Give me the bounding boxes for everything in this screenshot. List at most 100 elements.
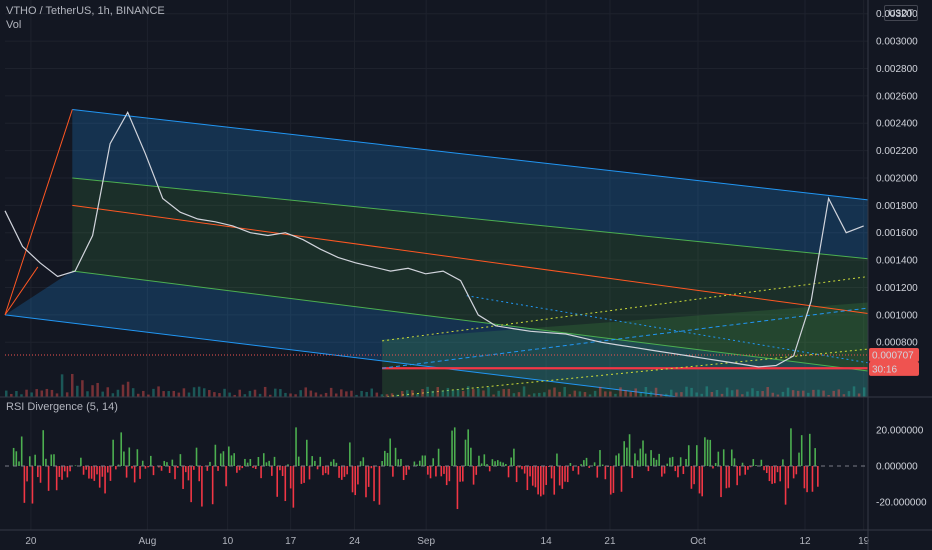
- volume-bar: [50, 389, 54, 397]
- volume-bar: [142, 390, 145, 397]
- volume-bar: [131, 388, 135, 397]
- volume-bar: [436, 387, 439, 397]
- volume-bar: [736, 389, 739, 397]
- volume-bar: [253, 389, 257, 397]
- volume-bar: [446, 387, 450, 397]
- volume-bar: [202, 388, 206, 397]
- volume-bar: [426, 386, 429, 397]
- time-tick-label: 21: [604, 536, 616, 547]
- volume-bar: [487, 387, 490, 397]
- price-tick-label: 0.003000: [876, 37, 918, 48]
- price-tick-label: 0.001000: [876, 310, 918, 321]
- volume-bar: [65, 392, 69, 397]
- volume-bar: [162, 391, 165, 397]
- volume-bar: [121, 384, 125, 397]
- volume-bar: [517, 392, 521, 397]
- volume-bar: [101, 391, 104, 397]
- volume-bar: [70, 373, 74, 397]
- volume-bar: [81, 380, 84, 397]
- volume-bar: [187, 392, 191, 397]
- volume-bar: [5, 390, 8, 397]
- volume-bar: [857, 393, 861, 397]
- volume-bar: [695, 392, 698, 397]
- volume-bar: [817, 389, 820, 397]
- rsi-tick-label: 20.000000: [876, 426, 924, 437]
- time-tick-label: 17: [285, 536, 297, 547]
- volume-bar: [340, 389, 343, 397]
- volume-bar: [106, 387, 110, 397]
- chart-canvas[interactable]: 0.0032000.0030000.0028000.0026000.002400…: [0, 0, 932, 550]
- volume-bar: [649, 391, 653, 397]
- volume-bar: [680, 392, 683, 397]
- currency-badge[interactable]: USDT: [884, 5, 918, 21]
- volume-bar: [563, 386, 566, 397]
- price-tick-label: 0.002000: [876, 173, 918, 184]
- volume-bar: [15, 391, 18, 397]
- volume-bar: [532, 393, 536, 397]
- volume-bar: [837, 389, 841, 397]
- volume-bar: [766, 387, 769, 397]
- volume-bar: [76, 385, 79, 397]
- volume-bar: [35, 389, 38, 397]
- volume-bar: [690, 387, 693, 397]
- volume-bar: [812, 389, 815, 397]
- volume-bar: [802, 390, 805, 397]
- volume-bar: [482, 390, 485, 397]
- rsi-label[interactable]: RSI Divergence (5, 14): [6, 401, 118, 413]
- volume-bar: [274, 388, 277, 397]
- volume-bar: [192, 387, 196, 397]
- volume-bar: [852, 386, 856, 397]
- volume-bar: [497, 390, 500, 397]
- volume-bar: [456, 389, 460, 397]
- time-tick-label: Sep: [417, 536, 435, 547]
- volume-bar: [431, 390, 434, 397]
- volume-bar: [522, 386, 526, 397]
- price-tag-label: 30:16: [872, 364, 897, 375]
- volume-bar: [604, 391, 607, 397]
- volume-bar: [60, 374, 64, 397]
- volume-bar: [781, 391, 785, 397]
- price-tags: 0.000707 30:16: [869, 347, 919, 376]
- volume-bar: [477, 388, 480, 397]
- price-tag-label: 0.000707: [872, 350, 914, 361]
- volume-bar: [248, 390, 252, 397]
- volume-bar: [461, 391, 465, 397]
- volume-bar: [375, 392, 379, 397]
- volume-bar: [847, 391, 851, 397]
- volume-bar: [152, 388, 155, 397]
- symbol-title[interactable]: VTHO / TetherUS, 1h, BINANCE: [6, 5, 165, 17]
- volume-bar: [558, 391, 561, 397]
- price-tick-label: 0.002400: [876, 119, 918, 130]
- volume-bar: [167, 391, 170, 397]
- volume-bar: [406, 390, 409, 397]
- price-tick-label: 0.000800: [876, 338, 918, 349]
- volume-bar: [771, 392, 775, 397]
- volume-bar: [832, 390, 835, 397]
- volume-bar: [761, 391, 764, 397]
- time-tick-label: Aug: [138, 536, 156, 547]
- price-tick-label: 0.002600: [876, 91, 918, 102]
- volume-bar: [345, 391, 348, 397]
- volume-bar: [598, 386, 602, 397]
- volume-bar: [289, 393, 292, 397]
- volume-bar: [548, 389, 551, 397]
- time-tick-label: 14: [541, 536, 553, 547]
- time-tick-label: 12: [799, 536, 811, 547]
- price-tick-label: 0.001600: [876, 228, 918, 239]
- volume-bar: [822, 390, 825, 397]
- volume-bar: [553, 387, 556, 397]
- volume-bar: [578, 391, 582, 397]
- volume-bar: [730, 390, 734, 397]
- volume-bar: [715, 389, 719, 397]
- volume-bar: [675, 392, 678, 397]
- volume-bar: [350, 390, 353, 397]
- volume-bar: [55, 393, 59, 397]
- volume-bar: [710, 391, 714, 397]
- volume-bar: [543, 392, 546, 397]
- volume-bar: [284, 392, 287, 397]
- volume-bar: [40, 390, 44, 397]
- volume-bar: [786, 387, 790, 397]
- volume-bar: [228, 392, 231, 397]
- volume-bar: [502, 389, 505, 397]
- volume-bar: [157, 386, 160, 397]
